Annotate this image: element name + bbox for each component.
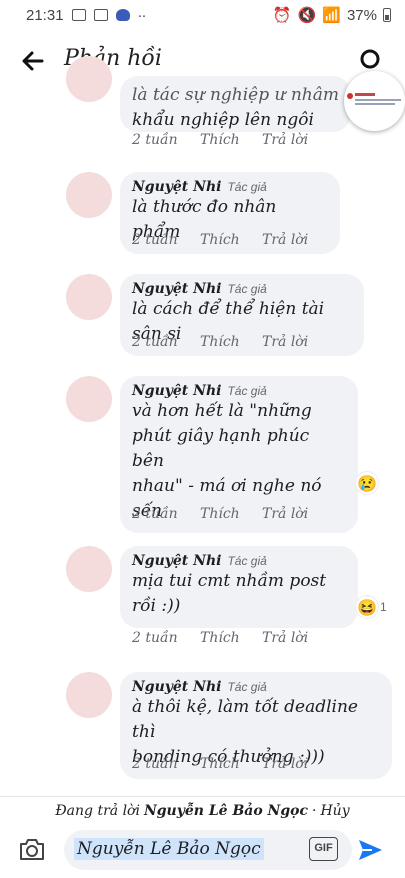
reply-button[interactable]: Trả lời — [262, 756, 308, 772]
camera-icon[interactable] — [18, 836, 46, 862]
comment-input[interactable]: Nguyễn Lê Bảo Ngọc GIF — [64, 830, 352, 870]
mute-icon: 🔇 — [297, 7, 317, 24]
cancel-reply-button[interactable]: Hủy — [320, 803, 349, 819]
like-button[interactable]: Thích — [200, 132, 262, 148]
like-button[interactable]: Thích — [200, 506, 262, 522]
more-notifications-icon: ·· — [137, 6, 147, 24]
reply-button[interactable]: Trả lời — [262, 232, 308, 248]
comment-author[interactable]: Nguyệt Nhi — [132, 383, 221, 399]
comment-text-line: à thôi kệ, làm tốt deadline thì — [132, 697, 358, 742]
comment-composer: Nguyễn Lê Bảo Ngọc GIF — [0, 826, 405, 878]
gif-button[interactable]: GIF — [309, 837, 338, 861]
comment-bubble: Nguyệt Nhi Tác giả mịa tui cmt nhầm post… — [120, 546, 358, 628]
reply-button[interactable]: Trả lời — [262, 334, 308, 350]
avatar[interactable] — [66, 672, 112, 718]
battery-icon — [383, 8, 391, 22]
comment-time: 2 tuần — [132, 334, 178, 350]
comment-author[interactable]: Nguyệt Nhi — [132, 679, 221, 695]
replying-to-name: Nguyễn Lê Bảo Ngọc — [143, 802, 309, 819]
avatar[interactable] — [66, 172, 112, 218]
comment-bubble: là tác sự nghiệp ư nhâm khẩu nghiệp lên … — [120, 76, 352, 132]
comment-author[interactable]: Nguyệt Nhi — [132, 179, 221, 195]
author-badge: Tác giả — [227, 680, 267, 694]
like-button[interactable]: Thích — [200, 334, 262, 350]
post-thumbnail[interactable] — [344, 71, 405, 131]
comment-input-value[interactable]: Nguyễn Lê Bảo Ngọc — [74, 838, 264, 860]
search-icon[interactable] — [359, 48, 383, 72]
comment-time: 2 tuần — [132, 630, 178, 646]
replying-to-bar: Đang trả lời Nguyễn Lê Bảo Ngọc · Hủy — [0, 796, 405, 824]
comment-text: khẩu nghiệp lên ngôi — [132, 110, 314, 130]
comment-text-line: mịa tui cmt nhầm post — [132, 571, 327, 591]
avatar[interactable] — [66, 376, 112, 422]
comment-time: 2 tuần — [132, 506, 178, 522]
status-bar: 21:31 ·· ⏰ 🔇 📶 37% — [0, 0, 405, 30]
reaction-count: 1 — [380, 600, 387, 614]
like-button[interactable]: Thích — [200, 232, 262, 248]
battery-level: 37% — [346, 6, 377, 24]
comment-time: 2 tuần — [132, 132, 178, 148]
comment-text-line: phút giây hạnh phúc bên — [132, 426, 310, 471]
back-arrow-icon[interactable] — [20, 48, 46, 74]
comment-text-line: nhau" - má ơi nghe nó — [132, 476, 322, 496]
author-badge: Tác giả — [227, 180, 267, 194]
image-notification-icon — [71, 9, 86, 21]
comment-time: 2 tuần — [132, 232, 178, 248]
reply-button[interactable]: Trả lời — [262, 132, 308, 148]
comment-author[interactable]: Nguyệt Nhi — [132, 553, 221, 569]
avatar[interactable] — [66, 546, 112, 592]
reply-button[interactable]: Trả lời — [262, 506, 308, 522]
send-icon[interactable] — [356, 836, 384, 864]
avatar[interactable] — [66, 56, 112, 102]
sad-emoji-icon[interactable]: 😢 — [356, 472, 378, 494]
replying-prefix: Đang trả lời — [55, 802, 140, 819]
avatar[interactable] — [66, 274, 112, 320]
separator: · — [312, 802, 317, 819]
wifi-icon: 📶 — [322, 7, 341, 24]
like-button[interactable]: Thích — [200, 630, 262, 646]
alarm-icon: ⏰ — [272, 7, 292, 24]
comment-time: 2 tuần — [132, 756, 178, 772]
reply-button[interactable]: Trả lời — [262, 630, 308, 646]
status-time: 21:31 — [26, 6, 64, 24]
shield-notification-icon — [115, 9, 130, 21]
author-badge: Tác giả — [227, 384, 267, 398]
comment-author[interactable]: Nguyệt Nhi — [132, 281, 221, 297]
author-badge: Tác giả — [227, 554, 267, 568]
like-button[interactable]: Thích — [200, 756, 262, 772]
comment-partial-line: là tác sự nghiệp ư nhâm — [132, 85, 340, 105]
comment-text-line: rồi :)) — [132, 596, 181, 616]
comment-text-line: và hơn hết là "những — [132, 401, 312, 421]
haha-emoji-icon[interactable]: 😆 — [356, 596, 378, 618]
author-badge: Tác giả — [227, 282, 267, 296]
qiy-notification-icon — [93, 9, 108, 21]
